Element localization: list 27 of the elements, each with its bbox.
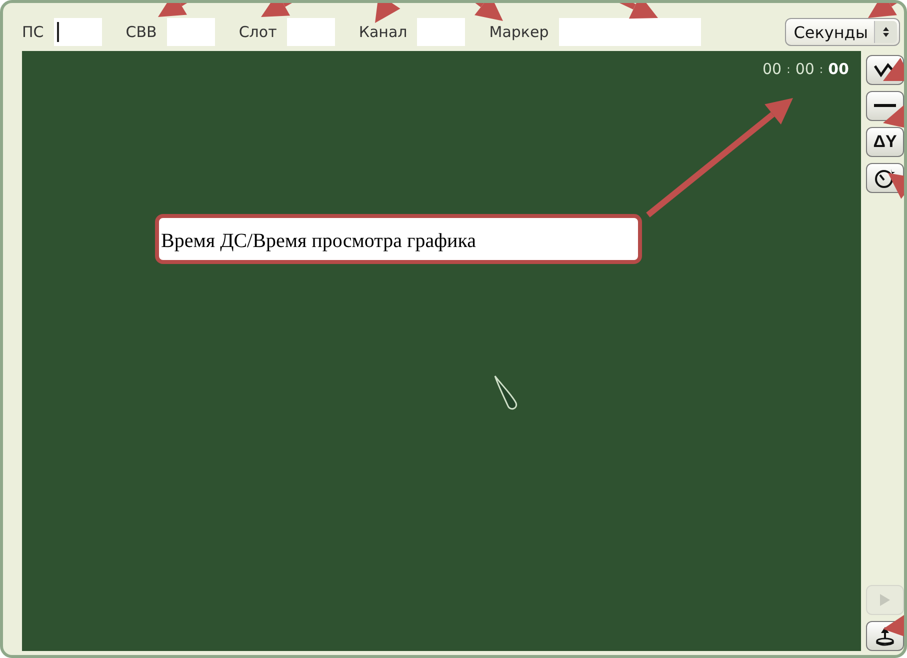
- field-label: СВВ: [126, 23, 157, 41]
- input-field[interactable]: [558, 18, 701, 46]
- annotation-arrow: [261, 3, 294, 17]
- annotation-arrow: [883, 58, 904, 81]
- annotation-arrow: [888, 173, 904, 199]
- spinner-icon: [874, 21, 897, 43]
- delta-button[interactable]: ΔY: [866, 127, 904, 157]
- callout-label: Время ДС/Время просмотра графика: [155, 214, 642, 264]
- annotation-arrow: [883, 612, 904, 639]
- unit-dropdown[interactable]: Секунды: [784, 18, 900, 46]
- input-field[interactable]: [166, 18, 215, 46]
- annotation-arrow: [473, 3, 503, 21]
- input-field[interactable]: [286, 18, 335, 46]
- field-label: ПС: [22, 23, 44, 41]
- eject-icon: [875, 626, 895, 646]
- time-display: 00 : 00 : 00: [762, 60, 849, 78]
- annotation-arrow: [158, 3, 190, 17]
- line-icon: [873, 103, 897, 109]
- annotation-arrow: [375, 3, 400, 23]
- field-label: Слот: [238, 23, 277, 41]
- field-label: Маркер: [489, 23, 549, 41]
- field-label: Канал: [358, 23, 408, 41]
- gauge-icon: [874, 168, 896, 188]
- play-icon: [879, 593, 891, 607]
- input-field[interactable]: [417, 18, 466, 46]
- input-field[interactable]: [54, 18, 102, 46]
- annotation-arrow: [883, 104, 904, 130]
